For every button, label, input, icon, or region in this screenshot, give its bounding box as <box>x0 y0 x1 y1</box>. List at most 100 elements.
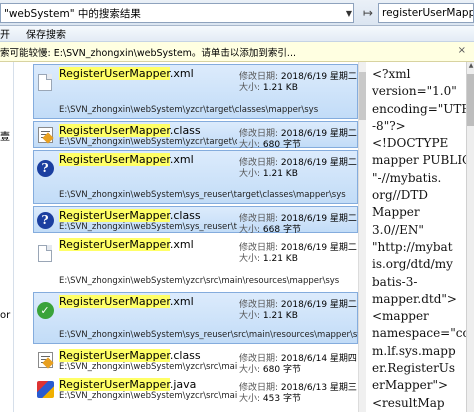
preview-line: org//DTD <box>372 188 428 203</box>
result-path: E:\SVN_zhongxin\webSystem\sys_reuser\src… <box>59 330 358 340</box>
result-row[interactable]: ? RegisterUserMapper.class 修改日期: 2018/6/19… <box>33 206 358 235</box>
search-highlight: RegisterUserMapper <box>59 124 170 137</box>
file-extension: .xml <box>169 153 194 166</box>
scrollbar-thumb[interactable] <box>467 74 474 126</box>
file-extension: .class <box>169 349 201 362</box>
result-row[interactable]: RegisterUserMapper.java 修改日期: 2018/6/13 星… <box>33 375 358 412</box>
info-bar-text: 索可能较慢: E:\SVN_zhongxin\webSystem。请单击以添加到… <box>0 47 296 59</box>
size-value: 1.21 KB <box>262 169 298 179</box>
result-row[interactable]: RegisterUserMapper.class 修改日期: 2018/6/19 … <box>33 121 358 150</box>
index-info-bar[interactable]: 索可能较慢: E:\SVN_zhongxin\webSystem。请单击以添加到… <box>0 42 474 62</box>
unknown-status-icon: ? <box>36 211 54 229</box>
size-value: 1.21 KB <box>262 83 298 93</box>
size-label: 大小: <box>239 83 263 93</box>
result-size: 大小: 1.21 KB <box>239 251 298 264</box>
preview-line: "http://mybat <box>372 239 453 254</box>
size-label: 大小: <box>239 140 263 150</box>
address-field[interactable]: "webSystem" 中的搜索结果 <box>0 3 354 23</box>
file-extension: .xml <box>169 67 194 80</box>
preview-line: encoding="UTF <box>372 101 466 116</box>
search-highlight: RegisterUserMapper <box>59 378 170 391</box>
java-file-icon <box>36 380 54 398</box>
result-path: E:\SVN_zhongxin\webSystem\yzcr\src\main\… <box>59 362 237 372</box>
nav-fragment[interactable]: or <box>0 310 10 321</box>
preview-line: er.RegisterUs <box>372 361 456 376</box>
close-icon[interactable]: × <box>458 45 466 56</box>
result-row[interactable]: RegisterUserMapper.xml 修改日期: 2018/6/19 星期… <box>33 235 358 290</box>
preview-line: namespace="co <box>372 326 466 341</box>
result-row[interactable]: ? RegisterUserMapper.xml 修改日期: 2018/6/19 星… <box>33 150 358 204</box>
preview-line: "-//mybatis. <box>372 170 442 185</box>
search-value: registerUserMapper <box>382 7 473 19</box>
navigation-pane[interactable]: 壹 or <box>0 62 14 412</box>
search-highlight: RegisterUserMapper <box>59 295 170 308</box>
preview-line: mapper.dtd"> <box>372 291 457 306</box>
scroll-up-icon[interactable]: ▲ <box>467 62 474 72</box>
result-path: E:\SVN_zhongxin\webSystem\yzcr\src\main\… <box>59 276 340 286</box>
preview-line: -8"?> <box>372 118 406 133</box>
class-file-icon <box>36 351 54 369</box>
preview-line: <!DOCTYPE <box>372 136 449 151</box>
xml-file-icon <box>36 244 54 262</box>
preview-line: is.org/dtd/my <box>372 257 453 272</box>
result-file-name: RegisterUserMapper.xml <box>59 295 194 308</box>
size-label: 大小: <box>239 365 263 375</box>
result-file-name: RegisterUserMapper.class <box>59 209 201 222</box>
preview-line: mapper PUBLIC <box>372 153 466 168</box>
result-row[interactable]: ✓ RegisterUserMapper.xml 修改日期: 2018/6/19 星… <box>33 292 358 344</box>
result-file-name: RegisterUserMapper.class <box>59 124 201 137</box>
result-size: 大小: 1.21 KB <box>239 166 298 179</box>
search-highlight: RegisterUserMapper <box>59 67 170 80</box>
toolbar-save-search-button[interactable]: 保存搜索 <box>26 26 78 41</box>
preview-pane: <?xml version="1.0" encoding="UTF -8"?> <!DO… <box>366 62 466 412</box>
preview-line: Mapper <box>372 205 420 220</box>
result-file-name: RegisterUserMapper.class <box>59 349 201 362</box>
size-label: 大小: <box>239 394 263 404</box>
size-label: 大小: <box>239 169 263 179</box>
result-path: E:\SVN_zhongxin\webSystem\sys_reuser\tar… <box>59 190 346 200</box>
size-value: 668 字节 <box>262 225 301 235</box>
result-size: 大小: 680 字节 <box>239 137 301 150</box>
preview-line: m.lf.sys.mapp <box>372 343 456 358</box>
preview-line: erMapper"> <box>372 378 449 393</box>
results-scrollbar[interactable] <box>358 62 367 412</box>
size-label: 大小: <box>239 311 263 321</box>
result-path: E:\SVN_zhongxin\webSystem\yzcr\target\cl… <box>59 137 237 147</box>
nav-fragment[interactable]: 壹 <box>0 128 10 143</box>
file-extension: .class <box>169 124 201 137</box>
result-file-name: RegisterUserMapper.xml <box>59 153 194 166</box>
arrow-icon[interactable]: ↦ <box>360 3 376 23</box>
search-highlight: RegisterUserMapper <box>59 349 170 362</box>
result-row[interactable]: RegisterUserMapper.class 修改日期: 2018/6/14 … <box>33 346 358 375</box>
address-bar: "webSystem" 中的搜索结果 ▼ ↦ registerUserMappe… <box>0 0 474 26</box>
size-value: 1.21 KB <box>262 254 298 264</box>
result-size: 大小: 1.21 KB <box>239 80 298 93</box>
file-extension: .class <box>169 209 201 222</box>
size-value: 680 字节 <box>262 365 301 375</box>
toolbar-open-button[interactable]: 开 <box>0 26 26 41</box>
size-value: 680 字节 <box>262 140 301 150</box>
size-value: 453 字节 <box>262 394 301 404</box>
result-size: 大小: 680 字节 <box>239 362 301 375</box>
chevron-down-icon[interactable]: ▼ <box>342 3 356 23</box>
size-value: 1.21 KB <box>262 311 298 321</box>
preview-line: <?xml <box>372 67 411 81</box>
result-path: E:\SVN_zhongxin\webSystem\sys_reuser\tar… <box>59 222 237 232</box>
search-results-list: RegisterUserMapper.xml 修改日期: 2018/6/19 星期… <box>33 62 358 412</box>
file-extension: .java <box>169 378 197 391</box>
result-size: 大小: 668 字节 <box>239 222 301 235</box>
size-label: 大小: <box>239 254 263 264</box>
result-row[interactable]: RegisterUserMapper.xml 修改日期: 2018/6/19 星期… <box>33 64 358 119</box>
file-extension: .xml <box>169 238 194 251</box>
preview-line: batis-3- <box>372 274 418 289</box>
search-input[interactable]: registerUserMapper <box>378 3 474 23</box>
svn-ok-icon: ✓ <box>36 301 54 319</box>
result-path: E:\SVN_zhongxin\webSystem\yzcr\target\cl… <box>59 105 319 115</box>
preview-line: <mapper <box>372 309 429 324</box>
preview-scrollbar[interactable]: ▲ <box>466 62 474 412</box>
class-file-icon <box>36 126 54 144</box>
size-label: 大小: <box>239 225 263 235</box>
result-file-name: RegisterUserMapper.xml <box>59 67 194 80</box>
search-highlight: RegisterUserMapper <box>59 153 170 166</box>
file-extension: .xml <box>169 295 194 308</box>
